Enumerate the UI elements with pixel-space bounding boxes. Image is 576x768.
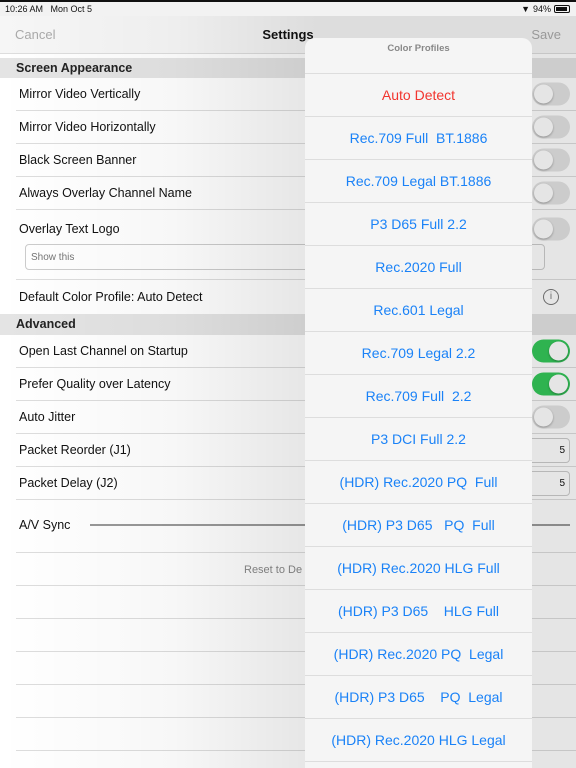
color-profiles-popover: Color Profiles Auto Detect Rec.709 Full B…	[305, 38, 532, 768]
row-label: Mirror Video Vertically	[19, 87, 141, 101]
packet-delay-input[interactable]: 5	[528, 471, 570, 496]
toggle-mirror-vertical[interactable]	[532, 82, 570, 106]
wifi-icon: ▼	[521, 4, 530, 14]
color-profile-option[interactable]: (HDR) P3 D65 PQ Legal	[305, 676, 532, 719]
toggle-overlay-text-logo[interactable]	[532, 217, 570, 241]
battery-icon	[554, 5, 570, 13]
color-profile-option[interactable]: Rec.2020 Full	[305, 246, 532, 289]
reset-label: Reset to De	[244, 564, 303, 576]
row-label: Always Overlay Channel Name	[19, 186, 192, 200]
toggle-black-banner[interactable]	[532, 148, 570, 172]
color-profile-option[interactable]: Rec.709 Full BT.1886	[305, 117, 532, 160]
packet-reorder-input[interactable]: 5	[528, 438, 570, 463]
color-profile-option[interactable]: Auto Detect	[305, 74, 532, 117]
color-profile-option[interactable]: Rec.709 Full 2.2	[305, 375, 532, 418]
color-profile-option[interactable]: (HDR) Rec.2020 HLG Legal	[305, 719, 532, 762]
color-profile-option[interactable]: (HDR) P3 D65 PQ Full	[305, 504, 532, 547]
row-label: Packet Reorder (J1)	[19, 443, 131, 457]
color-profile-option[interactable]: (HDR) P3 D65 HLG Full	[305, 590, 532, 633]
row-label: Overlay Text Logo	[19, 222, 120, 236]
color-profile-option[interactable]: (HDR) Rec.2020 PQ Legal	[305, 633, 532, 676]
color-profile-option[interactable]: P3 DCI Full 2.2	[305, 418, 532, 461]
color-profile-option[interactable]: Rec.601 Legal	[305, 289, 532, 332]
battery-percent: 94%	[532, 4, 551, 14]
color-profile-option[interactable]: P3 D65 Full 2.2	[305, 203, 532, 246]
color-profile-option[interactable]: Rec.709 Legal 2.2	[305, 332, 532, 375]
toggle-prefer-quality[interactable]	[532, 372, 570, 396]
save-button[interactable]: Save	[531, 27, 561, 42]
status-bar: 10:26 AM Mon Oct 5 ▼ 94%	[0, 0, 576, 16]
row-label: Black Screen Banner	[19, 153, 137, 167]
info-icon[interactable]: i	[543, 289, 559, 305]
status-time: 10:26 AM Mon Oct 5	[5, 4, 93, 14]
row-label: Mirror Video Horizontally	[19, 120, 156, 134]
row-label: Prefer Quality over Latency	[19, 377, 171, 391]
toggle-auto-jitter[interactable]	[532, 405, 570, 429]
toggle-open-last-channel[interactable]	[532, 339, 570, 363]
toggle-overlay-channel-name[interactable]	[532, 181, 570, 205]
popover-title: Color Profiles	[305, 38, 532, 74]
row-label: Default Color Profile: Auto Detect	[19, 290, 203, 304]
row-label: Auto Jitter	[19, 410, 76, 424]
row-label: Open Last Channel on Startup	[19, 344, 188, 358]
color-profile-option[interactable]: (HDR) Rec.2020 HLG Full	[305, 547, 532, 590]
color-profile-option[interactable]: (HDR) Rec.2020 PQ Full	[305, 461, 532, 504]
row-label: Packet Delay (J2)	[19, 476, 118, 490]
color-profile-option[interactable]: Rec.709 Legal BT.1886	[305, 160, 532, 203]
toggle-mirror-horizontal[interactable]	[532, 115, 570, 139]
row-label: A/V Sync	[19, 518, 71, 532]
